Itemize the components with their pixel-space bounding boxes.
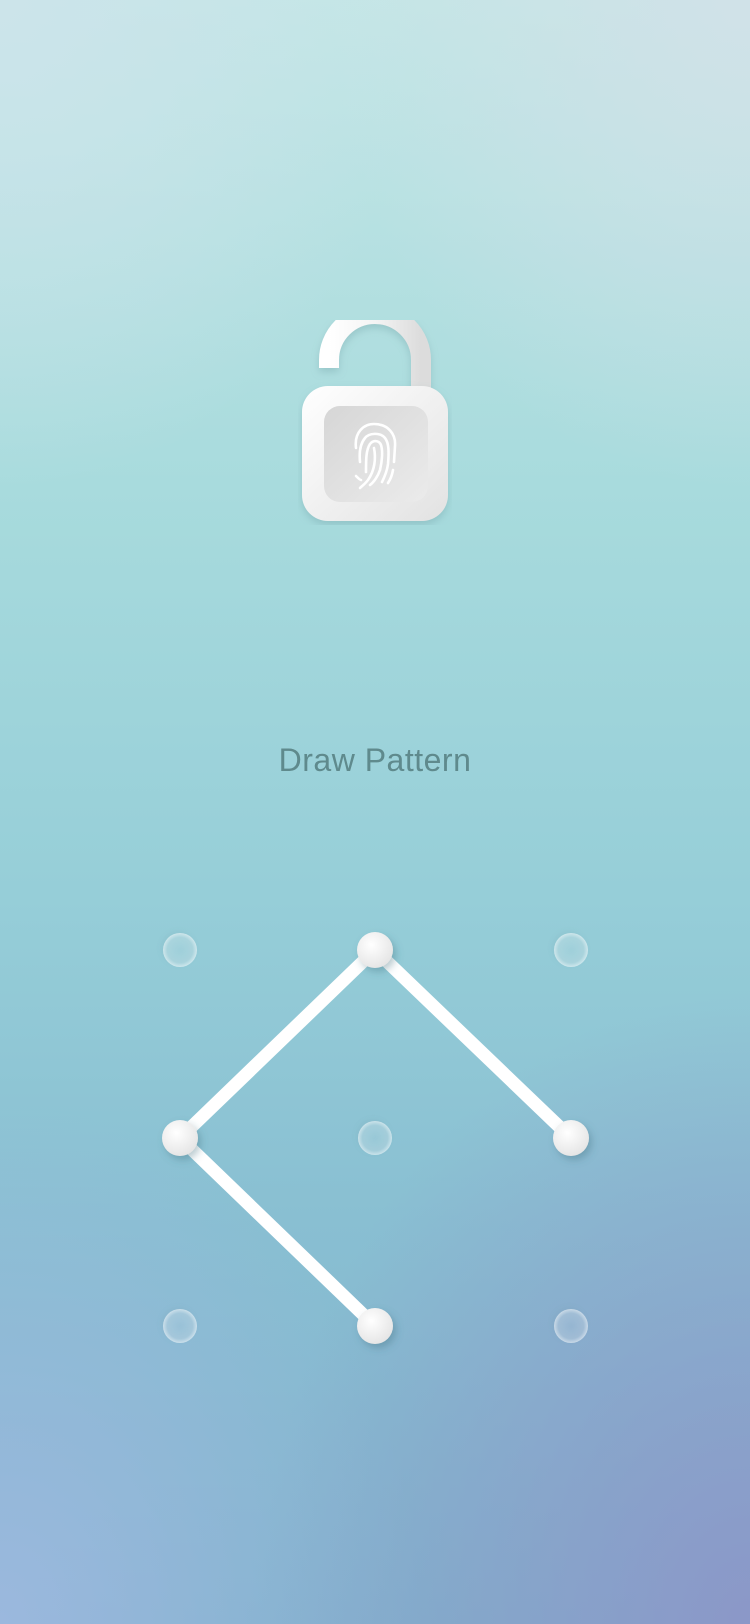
pattern-line-segment [368,943,578,1145]
pattern-dot[interactable] [554,933,588,967]
pattern-line-segment [173,943,382,1145]
pattern-dot-selected[interactable] [357,1308,393,1344]
pattern-line-segment [173,1131,382,1333]
pattern-dot-selected[interactable] [357,932,393,968]
pattern-dot[interactable] [163,933,197,967]
lock-screen: Draw Pattern [0,0,750,1624]
pattern-dot-selected[interactable] [553,1120,589,1156]
pattern-dots [162,932,589,1344]
pattern-dot[interactable] [554,1309,588,1343]
pattern-dot[interactable] [163,1309,197,1343]
pattern-lock-grid[interactable] [0,0,750,1624]
pattern-dot[interactable] [358,1121,392,1155]
pattern-dot-selected[interactable] [162,1120,198,1156]
